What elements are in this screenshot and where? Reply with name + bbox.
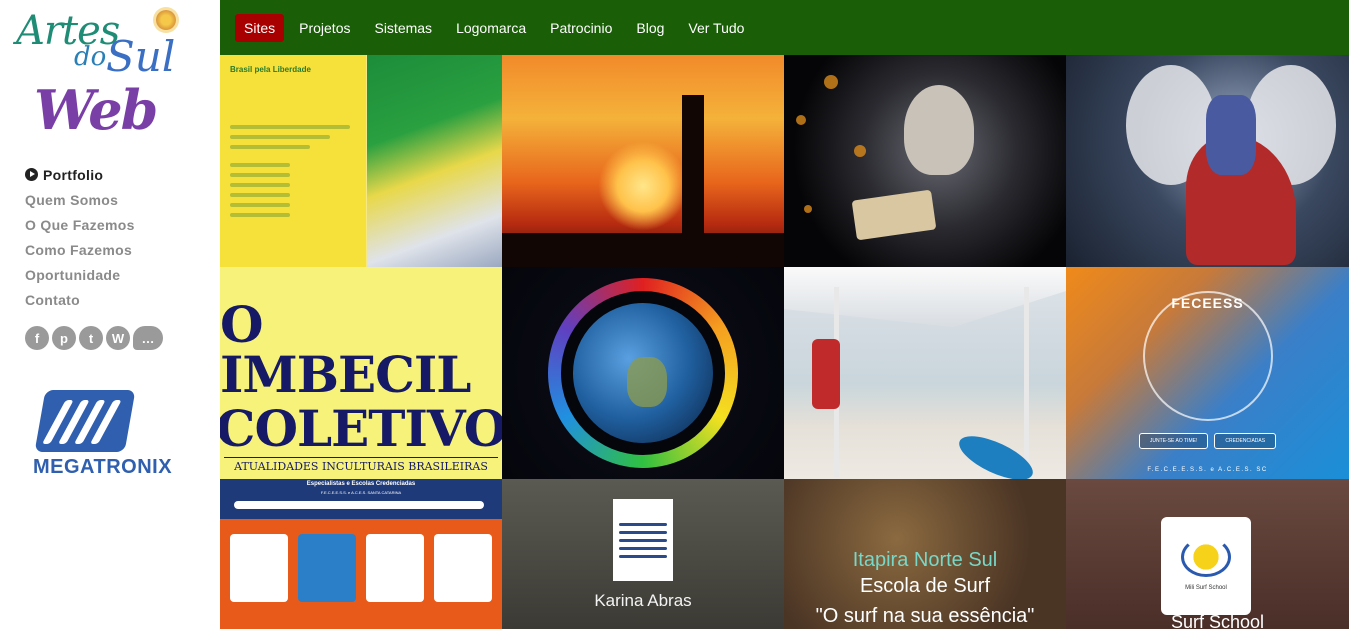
menu-item-portfolio[interactable]: Portfolio	[25, 162, 135, 187]
wetsuit-image	[812, 339, 840, 409]
facebook-icon[interactable]: f	[25, 326, 49, 350]
sunset-image	[598, 141, 688, 231]
join-team-button[interactable]: JUNTE-SE AO TIME!	[1138, 433, 1209, 449]
figure-image	[904, 85, 974, 175]
land-silhouette	[502, 233, 784, 267]
portfolio-tile-feceess[interactable]: FECEESS JUNTE-SE AO TIME! CREDENCIADAS F…	[1066, 267, 1349, 479]
chat-icon[interactable]: …	[133, 326, 163, 350]
menu-item-label: Quem Somos	[25, 191, 119, 208]
menu-item-label: Portfolio	[43, 166, 104, 183]
tile-title: Surf School	[1171, 612, 1265, 629]
logo-word-sul: Sul	[106, 32, 176, 81]
menu-item-label: Contato	[25, 291, 80, 308]
book-image	[851, 189, 937, 241]
menu-item-label: Como Fazemos	[25, 241, 133, 258]
school-cards	[230, 534, 492, 602]
site-logo[interactable]: Artes do Sul Web	[12, 8, 192, 143]
sidebar: Artes do Sul Web Portfolio Quem Somos O …	[0, 0, 220, 629]
portfolio-tile-brasil-liberdade[interactable]: Brasil pela Liberdade	[220, 55, 502, 267]
brazil-flag-image	[366, 55, 502, 267]
nav-ver-tudo[interactable]: Ver Tudo	[679, 14, 753, 42]
play-circle-icon	[25, 168, 38, 181]
tile-title: FECEESS	[1171, 295, 1244, 311]
portfolio-tile-karina-abras[interactable]: Karina Abras	[502, 479, 784, 629]
logo-word-web: Web	[34, 78, 158, 142]
tile-title-line3: "O surf na sua essência"	[815, 605, 1035, 627]
tile-title-line2: COLETIVO	[220, 399, 502, 458]
portfolio-tile-escolas-credenciadas[interactable]: Especialistas e Escolas Credenciadas F.E…	[220, 479, 502, 629]
portfolio-grid: Brasil pela Liberdade O IMBECIL COLETIVO…	[220, 55, 1349, 629]
continent-shape	[627, 357, 667, 407]
logo-word-do: do	[74, 42, 107, 72]
search-bar-image	[234, 501, 484, 509]
portfolio-tile-old-man-reading[interactable]	[784, 55, 1066, 267]
nav-patrocinio[interactable]: Patrocinio	[541, 14, 621, 42]
wordpress-icon[interactable]: W	[106, 326, 130, 350]
tile-subtitle: ATUALIDADES INCULTURAIS BRASILEIRAS	[224, 457, 498, 473]
tile-title: Karina Abras	[594, 591, 692, 610]
sidebar-menu: Portfolio Quem Somos O Que Fazemos Como …	[25, 162, 135, 312]
credenciadas-button[interactable]: CREDENCIADAS	[1214, 433, 1277, 449]
tile-footer: F.E.C.E.E.S.S. e A.C.E.S. SC	[1147, 467, 1268, 473]
lighthouse-image	[682, 95, 704, 235]
tile-title-line1: Itapira Norte Sul	[852, 549, 998, 571]
tile-title-line2: Escola de Surf	[859, 575, 991, 597]
portfolio-tile-archangel[interactable]	[1066, 55, 1349, 267]
tent-pole	[1024, 287, 1029, 477]
twitter-icon[interactable]: t	[79, 326, 103, 350]
nav-projetos[interactable]: Projetos	[290, 14, 359, 42]
tile-buttons: JUNTE-SE AO TIME! CREDENCIADAS	[1066, 433, 1349, 449]
nav-sites[interactable]: Sites	[235, 13, 285, 42]
logo-caption: Mili Surf School	[1185, 585, 1227, 591]
page: Artes do Sul Web Portfolio Quem Somos O …	[0, 0, 1349, 629]
menu-item-label: O Que Fazemos	[25, 216, 135, 233]
menu-item-quem-somos[interactable]: Quem Somos	[25, 187, 135, 212]
portfolio-tile-earth-rainbow[interactable]	[502, 267, 784, 479]
portfolio-tile-lighthouse[interactable]	[502, 55, 784, 267]
nav-blog[interactable]: Blog	[627, 14, 673, 42]
sun-icon	[156, 10, 176, 30]
portfolio-tile-mili-surf-school[interactable]: Mili Surf School Surf School	[1066, 479, 1349, 629]
nav-sistemas[interactable]: Sistemas	[365, 14, 441, 42]
tile-title: Brasil pela Liberdade	[230, 65, 311, 74]
tile-subtitle: F.E.C.E.E.S.S. e A.C.E.S. SANTA CATARINA	[320, 490, 402, 495]
mili-logo-card: Mili Surf School	[1161, 517, 1251, 615]
portfolio-tile-beach-tent[interactable]	[784, 267, 1066, 479]
portfolio-tile-itapira-norte-sul[interactable]: Itapira Norte Sul Escola de Surf "O surf…	[784, 479, 1066, 629]
megatronix-mark-icon	[34, 390, 136, 452]
wave-sun-icon	[1181, 537, 1231, 577]
easy-surf-logo	[613, 499, 673, 581]
sponsor-name: MEGATRONIX	[33, 456, 173, 478]
menu-item-label: Oportunidade	[25, 266, 121, 283]
nav-logomarca[interactable]: Logomarca	[447, 14, 535, 42]
portfolio-tile-imbecil-coletivo[interactable]: O IMBECIL COLETIVO ATUALIDADES INCULTURA…	[220, 267, 502, 479]
menu-item-contato[interactable]: Contato	[25, 287, 135, 312]
menu-item-como-fazemos[interactable]: Como Fazemos	[25, 237, 135, 262]
tile-title-line1: O IMBECIL	[220, 295, 471, 404]
social-links: f p t W …	[25, 326, 163, 350]
menu-item-oportunidade[interactable]: Oportunidade	[25, 262, 135, 287]
figure-image	[1206, 95, 1256, 175]
sponsor-logo[interactable]: MEGATRONIX	[30, 390, 190, 480]
top-navigation: Sites Projetos Sistemas Logomarca Patroc…	[220, 0, 1349, 55]
tile-title: Especialistas e Escolas Credenciadas	[306, 481, 416, 487]
menu-item-o-que-fazemos[interactable]: O Que Fazemos	[25, 212, 135, 237]
text-lines	[230, 125, 360, 223]
pinterest-icon[interactable]: p	[52, 326, 76, 350]
